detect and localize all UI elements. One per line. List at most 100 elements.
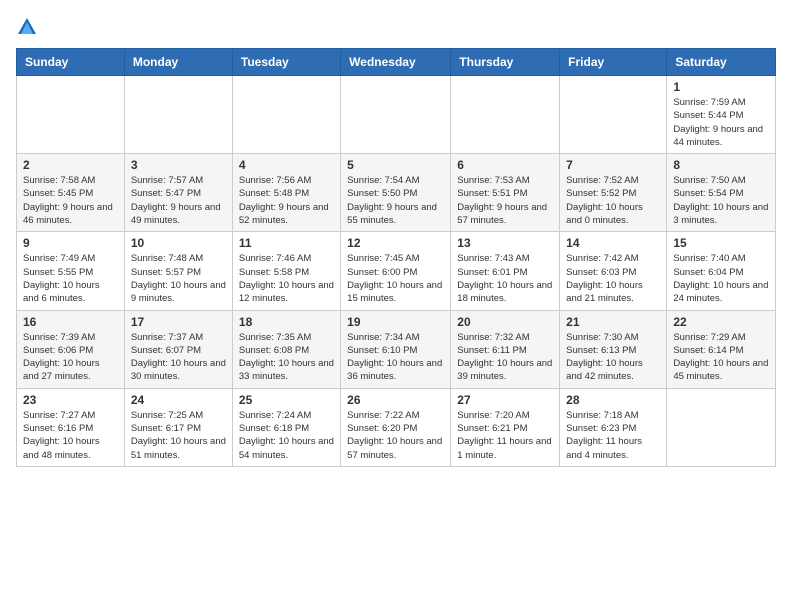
day-number: 20	[457, 315, 553, 329]
day-number: 19	[347, 315, 444, 329]
calendar-cell: 27 Sunrise: 7:20 AMSunset: 6:21 PMDaylig…	[451, 388, 560, 466]
day-info: Sunrise: 7:32 AMSunset: 6:11 PMDaylight:…	[457, 332, 552, 383]
day-number: 6	[457, 158, 553, 172]
day-info: Sunrise: 7:29 AMSunset: 6:14 PMDaylight:…	[673, 332, 768, 383]
calendar-cell: 25 Sunrise: 7:24 AMSunset: 6:18 PMDaylig…	[232, 388, 340, 466]
day-number: 14	[566, 236, 660, 250]
calendar-cell: 7 Sunrise: 7:52 AMSunset: 5:52 PMDayligh…	[560, 154, 667, 232]
day-info: Sunrise: 7:39 AMSunset: 6:06 PMDaylight:…	[23, 332, 100, 383]
day-number: 24	[131, 393, 226, 407]
calendar-cell: 6 Sunrise: 7:53 AMSunset: 5:51 PMDayligh…	[451, 154, 560, 232]
calendar-cell	[124, 76, 232, 154]
calendar-cell: 13 Sunrise: 7:43 AMSunset: 6:01 PMDaylig…	[451, 232, 560, 310]
calendar-cell	[17, 76, 125, 154]
day-number: 2	[23, 158, 118, 172]
calendar-cell: 5 Sunrise: 7:54 AMSunset: 5:50 PMDayligh…	[341, 154, 451, 232]
logo-icon	[16, 16, 38, 38]
day-info: Sunrise: 7:22 AMSunset: 6:20 PMDaylight:…	[347, 410, 442, 461]
day-number: 4	[239, 158, 334, 172]
day-info: Sunrise: 7:18 AMSunset: 6:23 PMDaylight:…	[566, 410, 642, 461]
day-info: Sunrise: 7:46 AMSunset: 5:58 PMDaylight:…	[239, 253, 334, 304]
calendar-cell	[560, 76, 667, 154]
day-info: Sunrise: 7:30 AMSunset: 6:13 PMDaylight:…	[566, 332, 643, 383]
day-info: Sunrise: 7:54 AMSunset: 5:50 PMDaylight:…	[347, 175, 437, 226]
day-number: 22	[673, 315, 769, 329]
day-info: Sunrise: 7:27 AMSunset: 6:16 PMDaylight:…	[23, 410, 100, 461]
day-info: Sunrise: 7:57 AMSunset: 5:47 PMDaylight:…	[131, 175, 221, 226]
day-info: Sunrise: 7:50 AMSunset: 5:54 PMDaylight:…	[673, 175, 768, 226]
calendar-cell: 12 Sunrise: 7:45 AMSunset: 6:00 PMDaylig…	[341, 232, 451, 310]
day-number: 12	[347, 236, 444, 250]
weekday-header-row: SundayMondayTuesdayWednesdayThursdayFrid…	[17, 49, 776, 76]
day-info: Sunrise: 7:52 AMSunset: 5:52 PMDaylight:…	[566, 175, 643, 226]
day-info: Sunrise: 7:25 AMSunset: 6:17 PMDaylight:…	[131, 410, 226, 461]
calendar-cell: 8 Sunrise: 7:50 AMSunset: 5:54 PMDayligh…	[667, 154, 776, 232]
calendar-cell: 9 Sunrise: 7:49 AMSunset: 5:55 PMDayligh…	[17, 232, 125, 310]
calendar-cell: 4 Sunrise: 7:56 AMSunset: 5:48 PMDayligh…	[232, 154, 340, 232]
calendar-cell: 2 Sunrise: 7:58 AMSunset: 5:45 PMDayligh…	[17, 154, 125, 232]
day-number: 8	[673, 158, 769, 172]
calendar-cell: 3 Sunrise: 7:57 AMSunset: 5:47 PMDayligh…	[124, 154, 232, 232]
calendar-cell	[341, 76, 451, 154]
day-info: Sunrise: 7:35 AMSunset: 6:08 PMDaylight:…	[239, 332, 334, 383]
day-info: Sunrise: 7:42 AMSunset: 6:03 PMDaylight:…	[566, 253, 643, 304]
calendar-cell: 21 Sunrise: 7:30 AMSunset: 6:13 PMDaylig…	[560, 310, 667, 388]
day-info: Sunrise: 7:49 AMSunset: 5:55 PMDaylight:…	[23, 253, 100, 304]
calendar-week-row: 16 Sunrise: 7:39 AMSunset: 6:06 PMDaylig…	[17, 310, 776, 388]
weekday-header-tuesday: Tuesday	[232, 49, 340, 76]
calendar-cell: 11 Sunrise: 7:46 AMSunset: 5:58 PMDaylig…	[232, 232, 340, 310]
day-info: Sunrise: 7:53 AMSunset: 5:51 PMDaylight:…	[457, 175, 547, 226]
calendar-cell	[667, 388, 776, 466]
calendar-cell: 14 Sunrise: 7:42 AMSunset: 6:03 PMDaylig…	[560, 232, 667, 310]
day-info: Sunrise: 7:24 AMSunset: 6:18 PMDaylight:…	[239, 410, 334, 461]
day-number: 17	[131, 315, 226, 329]
day-info: Sunrise: 7:20 AMSunset: 6:21 PMDaylight:…	[457, 410, 551, 461]
calendar-cell: 28 Sunrise: 7:18 AMSunset: 6:23 PMDaylig…	[560, 388, 667, 466]
day-number: 15	[673, 236, 769, 250]
calendar-cell: 17 Sunrise: 7:37 AMSunset: 6:07 PMDaylig…	[124, 310, 232, 388]
day-number: 7	[566, 158, 660, 172]
calendar-cell: 10 Sunrise: 7:48 AMSunset: 5:57 PMDaylig…	[124, 232, 232, 310]
calendar-week-row: 1 Sunrise: 7:59 AMSunset: 5:44 PMDayligh…	[17, 76, 776, 154]
calendar-week-row: 9 Sunrise: 7:49 AMSunset: 5:55 PMDayligh…	[17, 232, 776, 310]
day-number: 23	[23, 393, 118, 407]
day-number: 3	[131, 158, 226, 172]
logo	[16, 16, 42, 38]
calendar-cell: 26 Sunrise: 7:22 AMSunset: 6:20 PMDaylig…	[341, 388, 451, 466]
day-number: 26	[347, 393, 444, 407]
day-info: Sunrise: 7:58 AMSunset: 5:45 PMDaylight:…	[23, 175, 113, 226]
page-header	[16, 16, 776, 38]
day-number: 1	[673, 80, 769, 94]
calendar-week-row: 23 Sunrise: 7:27 AMSunset: 6:16 PMDaylig…	[17, 388, 776, 466]
calendar-cell: 16 Sunrise: 7:39 AMSunset: 6:06 PMDaylig…	[17, 310, 125, 388]
day-info: Sunrise: 7:43 AMSunset: 6:01 PMDaylight:…	[457, 253, 552, 304]
weekday-header-sunday: Sunday	[17, 49, 125, 76]
day-number: 10	[131, 236, 226, 250]
calendar-cell	[232, 76, 340, 154]
day-number: 18	[239, 315, 334, 329]
day-info: Sunrise: 7:48 AMSunset: 5:57 PMDaylight:…	[131, 253, 226, 304]
day-info: Sunrise: 7:59 AMSunset: 5:44 PMDaylight:…	[673, 97, 763, 148]
day-info: Sunrise: 7:40 AMSunset: 6:04 PMDaylight:…	[673, 253, 768, 304]
calendar-cell: 22 Sunrise: 7:29 AMSunset: 6:14 PMDaylig…	[667, 310, 776, 388]
day-info: Sunrise: 7:37 AMSunset: 6:07 PMDaylight:…	[131, 332, 226, 383]
calendar-cell: 18 Sunrise: 7:35 AMSunset: 6:08 PMDaylig…	[232, 310, 340, 388]
day-number: 27	[457, 393, 553, 407]
weekday-header-monday: Monday	[124, 49, 232, 76]
weekday-header-thursday: Thursday	[451, 49, 560, 76]
calendar-table: SundayMondayTuesdayWednesdayThursdayFrid…	[16, 48, 776, 467]
weekday-header-wednesday: Wednesday	[341, 49, 451, 76]
day-number: 25	[239, 393, 334, 407]
calendar-cell: 24 Sunrise: 7:25 AMSunset: 6:17 PMDaylig…	[124, 388, 232, 466]
calendar-cell: 15 Sunrise: 7:40 AMSunset: 6:04 PMDaylig…	[667, 232, 776, 310]
day-number: 11	[239, 236, 334, 250]
calendar-cell: 19 Sunrise: 7:34 AMSunset: 6:10 PMDaylig…	[341, 310, 451, 388]
calendar-cell: 23 Sunrise: 7:27 AMSunset: 6:16 PMDaylig…	[17, 388, 125, 466]
weekday-header-friday: Friday	[560, 49, 667, 76]
calendar-cell: 20 Sunrise: 7:32 AMSunset: 6:11 PMDaylig…	[451, 310, 560, 388]
day-info: Sunrise: 7:34 AMSunset: 6:10 PMDaylight:…	[347, 332, 442, 383]
day-number: 13	[457, 236, 553, 250]
weekday-header-saturday: Saturday	[667, 49, 776, 76]
calendar-cell	[451, 76, 560, 154]
day-info: Sunrise: 7:56 AMSunset: 5:48 PMDaylight:…	[239, 175, 329, 226]
